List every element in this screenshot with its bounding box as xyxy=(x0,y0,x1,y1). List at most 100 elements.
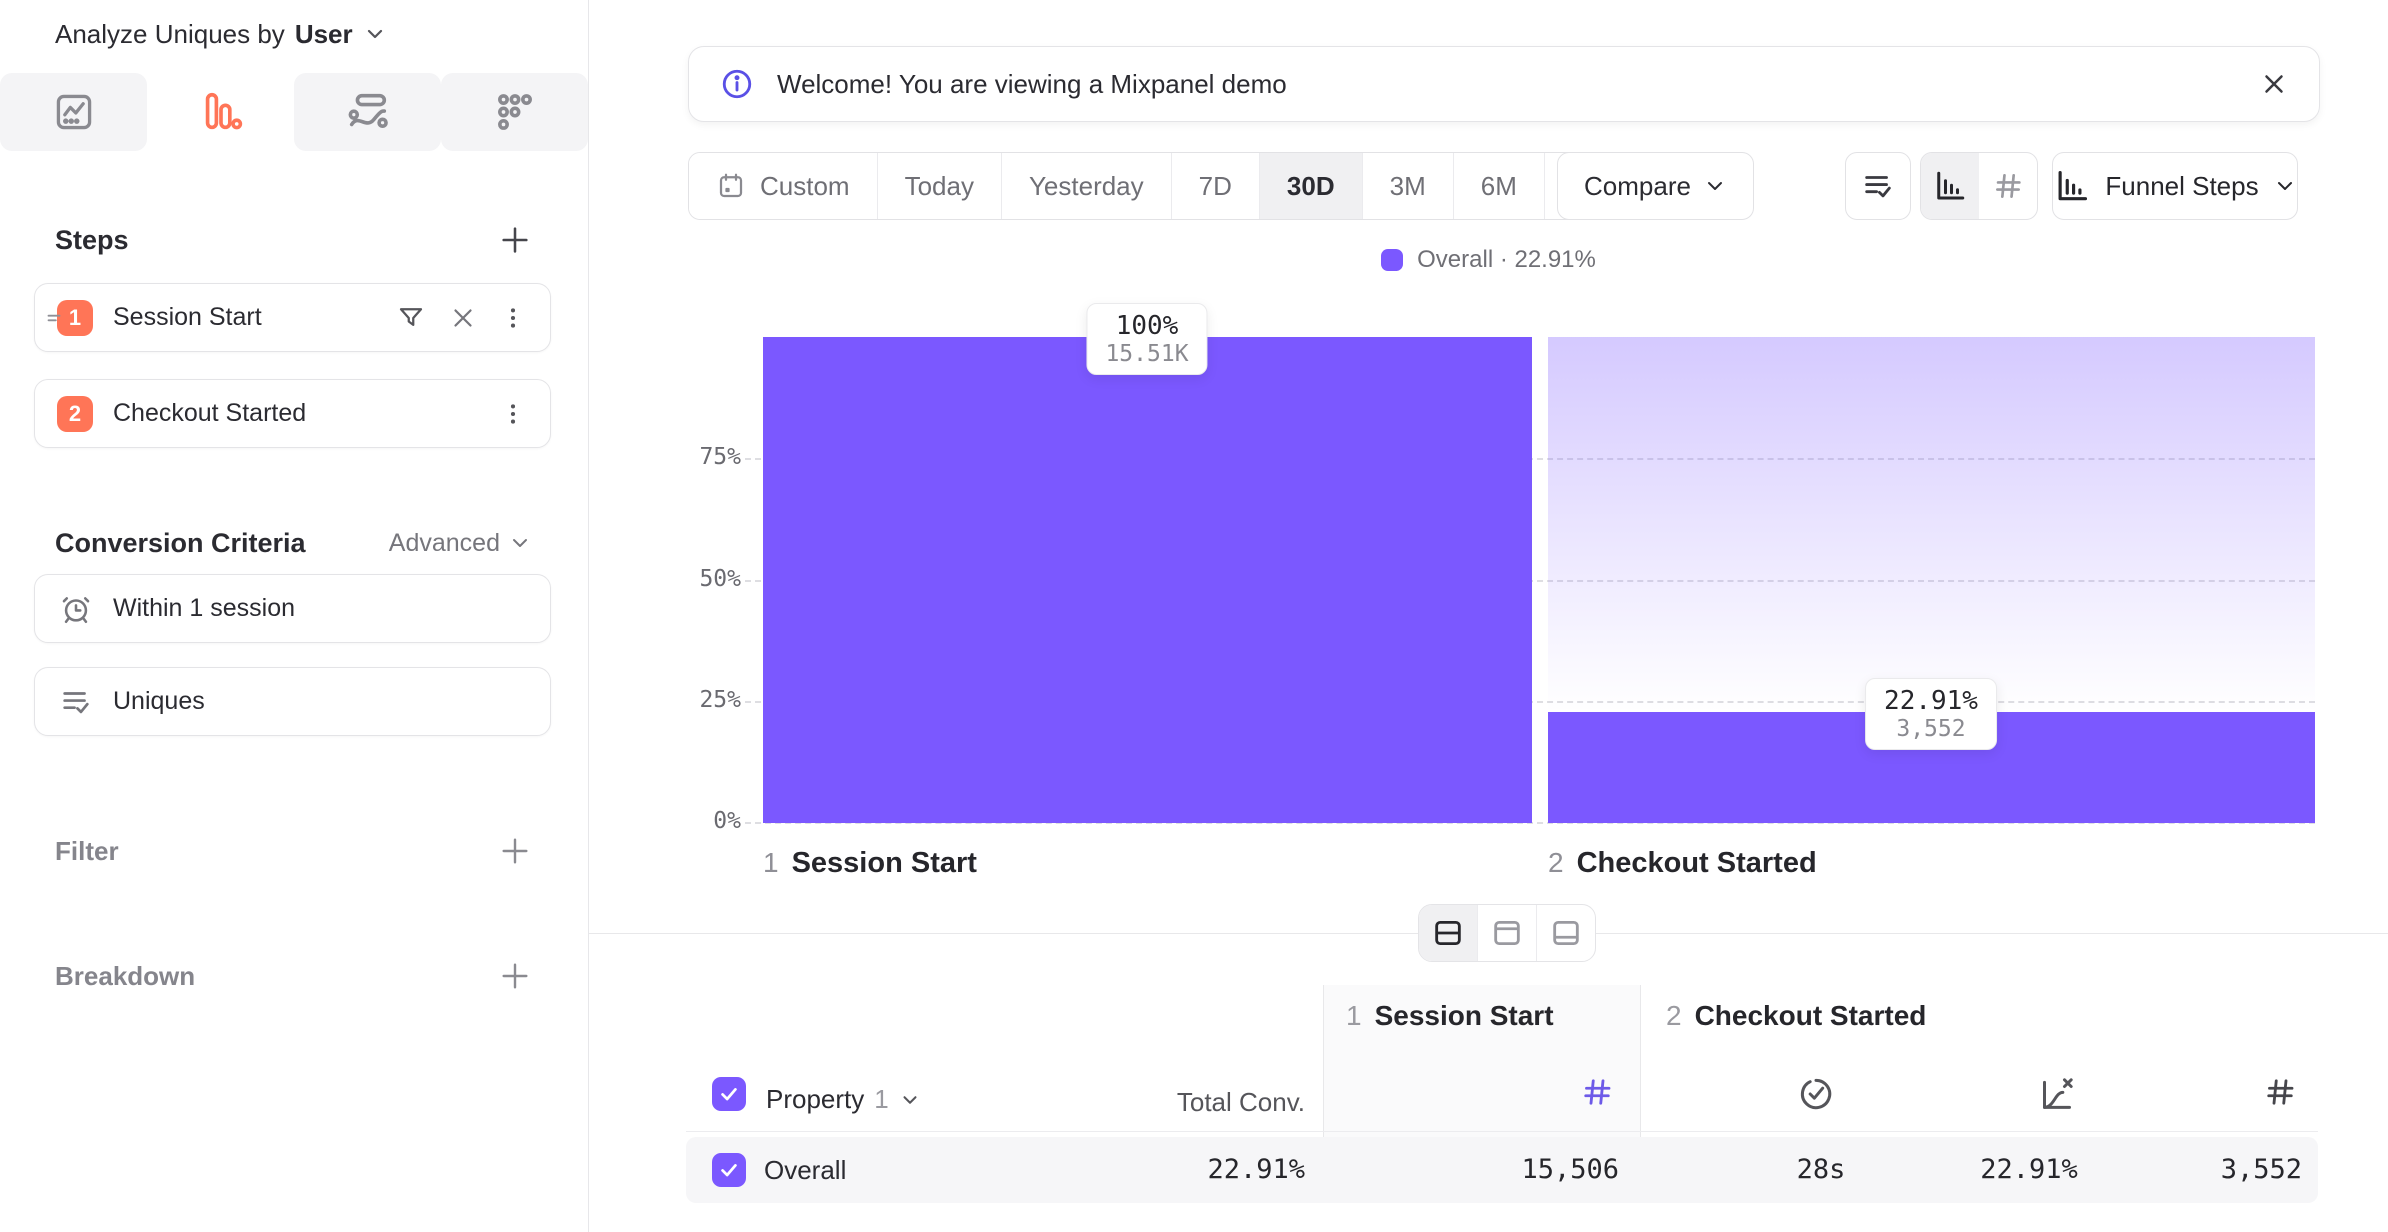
breakdown-title: Breakdown xyxy=(55,961,195,992)
flows-icon xyxy=(345,89,391,135)
select-all-checkbox[interactable] xyxy=(712,1077,746,1111)
avg-time-icon[interactable] xyxy=(1796,1074,1836,1114)
step-event-name[interactable]: Checkout Started xyxy=(113,399,500,428)
tab-insights[interactable] xyxy=(0,73,147,151)
tooltip-percent: 100% xyxy=(1105,311,1188,341)
funnel-bar-session-start[interactable] xyxy=(763,337,1532,823)
step-row-2[interactable]: 2 Checkout Started xyxy=(34,379,551,448)
kebab-menu-icon[interactable] xyxy=(500,401,526,427)
compare-button[interactable]: Compare xyxy=(1557,152,1754,220)
cell-conversion-rate: 22.91% xyxy=(1929,1154,2129,1185)
property-label: Property xyxy=(766,1084,864,1115)
panel-layout-toggle xyxy=(1418,904,1596,962)
filter-title: Filter xyxy=(55,836,119,867)
layout-table-only-button[interactable] xyxy=(1537,905,1595,961)
cell-checkout-total: 3,552 xyxy=(2102,1154,2302,1185)
group-index: 2 xyxy=(1666,1000,1682,1032)
legend-swatch xyxy=(1381,249,1403,271)
analyze-uniques-row: Analyze Uniques by User xyxy=(55,16,387,52)
calendar-icon xyxy=(716,171,746,201)
layout-top-icon xyxy=(1490,916,1524,950)
filter-section-header: Filter xyxy=(55,829,532,873)
list-check-icon xyxy=(1861,169,1895,203)
date-range-label: 3M xyxy=(1390,171,1426,202)
property-index: 1 xyxy=(874,1084,888,1115)
kebab-menu-icon[interactable] xyxy=(500,305,526,331)
tab-funnels[interactable] xyxy=(147,73,294,151)
plus-icon xyxy=(498,834,532,868)
analyze-entity-dropdown[interactable]: User xyxy=(295,19,353,50)
step-row-1[interactable]: 1 Session Start xyxy=(34,283,551,352)
legend-label: Overall · 22.91% xyxy=(1417,246,1596,274)
add-filter-button[interactable] xyxy=(498,834,532,868)
advanced-label: Advanced xyxy=(389,529,500,558)
date-range-3m[interactable]: 3M xyxy=(1363,153,1454,219)
conversion-window-value[interactable]: Within 1 session xyxy=(113,594,295,623)
tab-flows[interactable] xyxy=(294,73,441,151)
view-selector-label: Funnel Steps xyxy=(2105,171,2258,202)
filter-funnel-icon[interactable] xyxy=(396,303,426,333)
chevron-down-icon xyxy=(899,1089,921,1111)
date-range-30d[interactable]: 30D xyxy=(1260,153,1363,219)
step-name: Checkout Started xyxy=(1577,847,1817,880)
advanced-dropdown[interactable]: Advanced xyxy=(389,529,532,558)
bar-chart-axis-icon xyxy=(1932,168,1968,204)
hash-icon[interactable] xyxy=(2262,1074,2298,1110)
table-row-overall[interactable]: Overall 22.91% 15,506 28s 22.91% 3,552 xyxy=(686,1137,2318,1203)
date-range-yesterday[interactable]: Yesterday xyxy=(1002,153,1172,219)
tab-retention[interactable] xyxy=(441,73,588,151)
date-range-today[interactable]: Today xyxy=(878,153,1002,219)
steps-title: Steps xyxy=(55,225,129,256)
view-selector-dropdown[interactable]: Funnel Steps xyxy=(2052,152,2298,220)
remove-step-icon[interactable] xyxy=(448,303,478,333)
property-column-header[interactable]: Property 1 xyxy=(766,1084,921,1115)
insights-icon xyxy=(52,90,96,134)
tooltip-count: 3,552 xyxy=(1884,716,1978,742)
plus-icon xyxy=(498,223,532,257)
total-conv-column-header[interactable]: Total Conv. xyxy=(1069,1087,1305,1118)
x-axis-step-label: 1 Session Start xyxy=(763,847,977,880)
funnel-bar-checkout-started[interactable] xyxy=(1548,337,2315,823)
tooltip-count: 15.51K xyxy=(1105,341,1188,367)
step-event-name[interactable]: Session Start xyxy=(113,303,396,332)
breakdown-section-header: Breakdown xyxy=(55,954,532,998)
date-range-label: 30D xyxy=(1287,171,1335,202)
bar-chart-axis-icon xyxy=(2053,167,2091,205)
counting-method-card[interactable]: Uniques xyxy=(34,667,551,736)
drag-handle-icon[interactable] xyxy=(43,307,65,329)
report-main-area: Welcome! You are viewing a Mixpanel demo… xyxy=(589,0,2388,1232)
layout-split-icon xyxy=(1431,916,1465,950)
layout-split-view-button[interactable] xyxy=(1419,905,1478,961)
percent-view-toggle[interactable] xyxy=(1921,153,1979,219)
analyze-prefix-label: Analyze Uniques by xyxy=(55,19,285,50)
step-index: 2 xyxy=(1548,847,1564,879)
close-icon[interactable] xyxy=(2259,69,2289,99)
date-range-custom[interactable]: Custom xyxy=(689,153,878,219)
number-view-toggle[interactable] xyxy=(1979,153,2037,219)
alarm-clock-icon xyxy=(59,592,93,626)
row-checkbox[interactable] xyxy=(712,1153,746,1187)
y-axis-tick: 50% xyxy=(589,566,741,592)
date-range-6m[interactable]: 6M xyxy=(1454,153,1545,219)
x-axis-step-label: 2 Checkout Started xyxy=(1548,847,1817,880)
row-label: Overall xyxy=(764,1155,846,1186)
hash-icon xyxy=(1991,169,2025,203)
group-index: 1 xyxy=(1346,1000,1362,1032)
date-range-7d[interactable]: 7D xyxy=(1172,153,1260,219)
layout-chart-only-button[interactable] xyxy=(1478,905,1537,961)
hash-icon[interactable] xyxy=(1579,1074,1615,1110)
counting-method-value[interactable]: Uniques xyxy=(113,687,205,716)
chart-legend: Overall · 22.91% xyxy=(589,246,2388,274)
add-step-button[interactable] xyxy=(498,223,532,257)
date-range-label: 6M xyxy=(1481,171,1517,202)
metrics-list-button[interactable] xyxy=(1845,152,1911,220)
date-range-label: Today xyxy=(905,171,974,202)
date-range-selector: Custom Today Yesterday 7D 30D 3M 6M 12M xyxy=(688,152,1650,220)
add-breakdown-button[interactable] xyxy=(498,959,532,993)
report-type-tabs xyxy=(0,73,589,151)
conversion-chart-icon[interactable] xyxy=(2037,1074,2077,1114)
conversion-window-card[interactable]: Within 1 session xyxy=(34,574,551,643)
chevron-down-icon xyxy=(1703,174,1727,198)
group-name: Session Start xyxy=(1375,1000,1554,1032)
cell-session-start-total: 15,506 xyxy=(1419,1154,1619,1185)
